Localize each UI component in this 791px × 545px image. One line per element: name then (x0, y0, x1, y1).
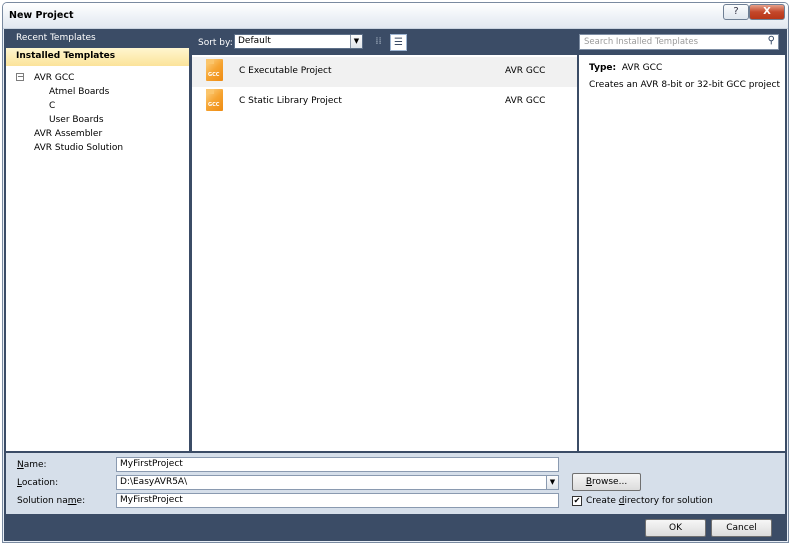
tree-item-atmel-boards[interactable]: Atmel Boards (49, 87, 109, 97)
name-label: Name: (17, 460, 47, 470)
collapse-icon[interactable]: − (16, 73, 24, 81)
tree-item-user-boards[interactable]: User Boards (49, 115, 104, 125)
search-input[interactable]: Search Installed Templates ⚲ (579, 34, 779, 50)
location-input[interactable]: D:\EasyAVR5A\ ▼ (116, 475, 559, 490)
tree-item-avr-studio-solution[interactable]: AVR Studio Solution (34, 143, 123, 153)
tree-item-avr-gcc[interactable]: AVR GCC (34, 73, 74, 83)
create-directory-checkbox[interactable]: ✔ (572, 496, 582, 506)
templates-pane: Sort by: Default ▼ ⁞⁞ ☰ GCC C Executable… (192, 30, 577, 451)
sort-by-label: Sort by: (198, 38, 233, 48)
browse-button[interactable]: Browse... (572, 473, 641, 491)
details-pane: Search Installed Templates ⚲ Type: AVR G… (579, 30, 785, 451)
sort-by-value: Default (238, 36, 271, 46)
tree-item-avr-assembler[interactable]: AVR Assembler (34, 129, 102, 139)
cancel-button[interactable]: Cancel (711, 519, 772, 537)
chevron-down-icon[interactable]: ▼ (546, 476, 558, 489)
project-form: Name: MyFirstProject Location: D:\EasyAV… (6, 453, 785, 514)
gcc-project-icon: GCC (206, 89, 223, 111)
list-view-icon[interactable]: ☰ (390, 34, 407, 51)
chevron-down-icon[interactable]: ▼ (350, 35, 362, 48)
help-button[interactable]: ? (723, 4, 749, 20)
gcc-project-icon: GCC (206, 59, 223, 81)
sort-toolbar: Sort by: Default ▼ ⁞⁞ ☰ (192, 30, 577, 55)
template-name: C Executable Project (239, 66, 332, 76)
template-item-c-executable[interactable]: GCC C Executable Project AVR GCC (192, 57, 577, 87)
template-list: GCC C Executable Project AVR GCC GCC C S… (192, 55, 577, 451)
template-item-c-static-library[interactable]: GCC C Static Library Project AVR GCC (192, 87, 577, 117)
template-details: Type: AVR GCC Creates an AVR 8-bit or 32… (579, 55, 785, 451)
template-description: Creates an AVR 8-bit or 32-bit GCC proje… (589, 80, 780, 90)
template-name: C Static Library Project (239, 96, 342, 106)
dialog-footer: OK Cancel (4, 516, 787, 541)
templates-sidebar: Recent Templates Installed Templates − A… (6, 30, 189, 451)
create-directory-label: Create directory for solution (586, 496, 713, 506)
installed-templates-tab[interactable]: Installed Templates (6, 48, 189, 66)
ok-button[interactable]: OK (645, 519, 706, 537)
type-label: Type: (589, 63, 617, 73)
tree-item-c[interactable]: C (49, 101, 55, 111)
search-placeholder: Search Installed Templates (584, 37, 699, 47)
new-project-dialog: New Project ? X Recent Templates Install… (2, 2, 789, 543)
search-bar: Search Installed Templates ⚲ (579, 30, 785, 55)
sort-by-select[interactable]: Default ▼ (234, 34, 363, 49)
recent-templates-tab[interactable]: Recent Templates (6, 30, 189, 48)
search-icon[interactable]: ⚲ (768, 35, 775, 46)
template-type: Type: AVR GCC (589, 63, 662, 73)
location-value: D:\EasyAVR5A\ (120, 477, 188, 487)
name-input[interactable]: MyFirstProject (116, 457, 559, 472)
template-language: AVR GCC (505, 66, 546, 76)
small-icons-view-icon[interactable]: ⁞⁞ (370, 34, 387, 51)
title-bar: New Project ? X (3, 3, 788, 29)
close-button[interactable]: X (749, 4, 785, 20)
template-language: AVR GCC (505, 96, 546, 106)
solution-name-label: Solution name: (17, 496, 86, 506)
location-label: Location: (17, 478, 59, 488)
dialog-title: New Project (9, 10, 74, 21)
solution-name-input[interactable]: MyFirstProject (116, 493, 559, 508)
type-value: AVR GCC (621, 63, 663, 73)
dialog-body: Recent Templates Installed Templates − A… (4, 29, 787, 541)
